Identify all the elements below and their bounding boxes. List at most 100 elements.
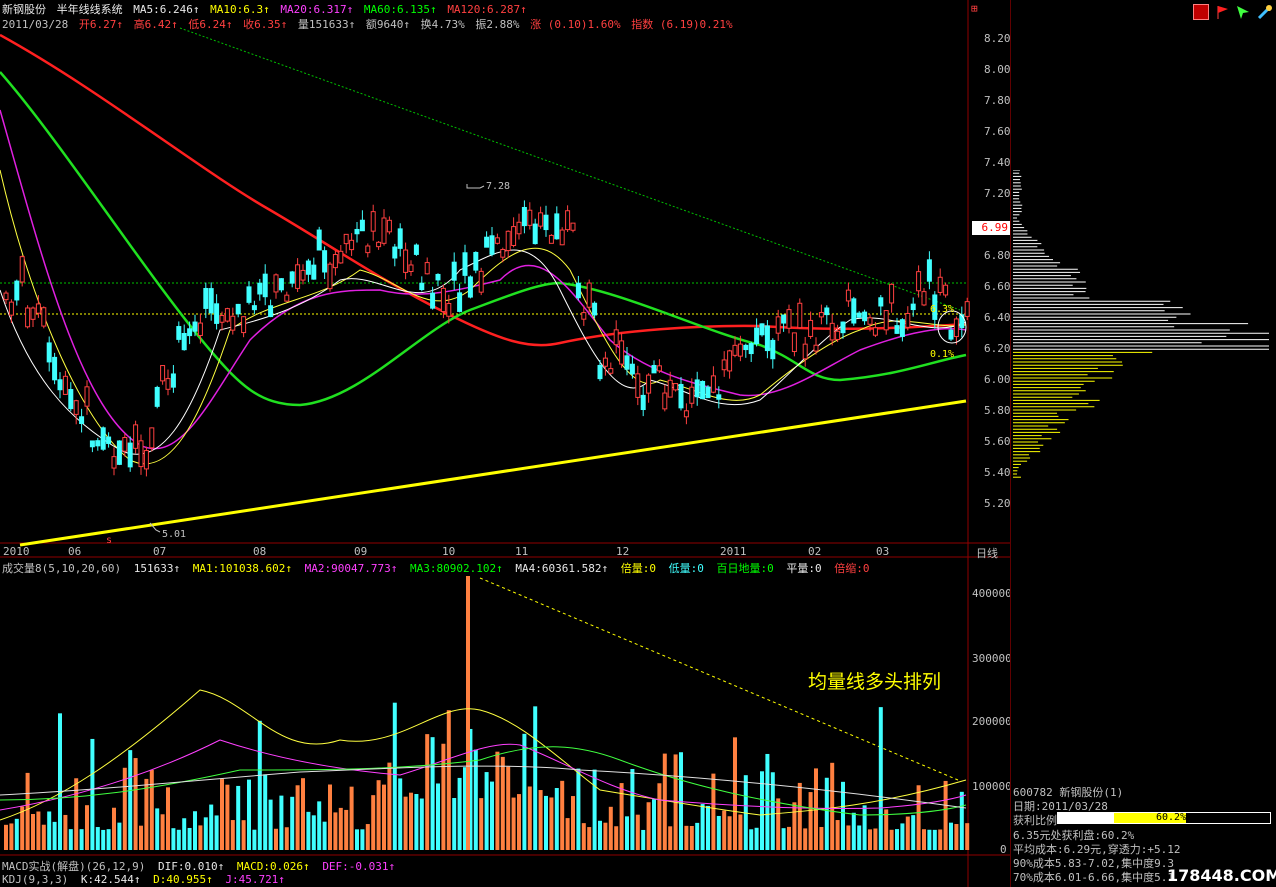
volume-bar: [846, 825, 851, 850]
volume-bar: [144, 778, 149, 850]
volume-bar: [155, 808, 160, 850]
volume-bar: [614, 826, 619, 850]
volume-bar: [857, 825, 862, 850]
volume-bar: [781, 828, 786, 850]
candle: [673, 383, 679, 391]
volume-bar: [544, 795, 548, 850]
candle: [899, 319, 905, 337]
volume-bar: [225, 784, 230, 850]
vol-ind-ma2: MA2:90047.773↑: [304, 562, 398, 575]
volume-bar: [90, 738, 95, 850]
candle: [716, 394, 722, 400]
candle: [116, 440, 122, 465]
volume-bar: [68, 829, 73, 850]
volume-bar: [419, 798, 424, 850]
volume-bar: [959, 791, 964, 850]
volume-bar: [311, 815, 316, 850]
price-chart[interactable]: s: [0, 0, 1010, 887]
candle: [154, 386, 160, 407]
chip-histogram: [1013, 170, 1269, 478]
date-tick: 11: [515, 545, 529, 558]
volume-bar: [511, 797, 516, 850]
volume-bar: [63, 814, 68, 850]
candle: [268, 305, 274, 318]
candle: [521, 206, 527, 227]
kdj-d: D:40.955↑: [153, 873, 213, 886]
candle: [403, 249, 409, 273]
volume-bar: [365, 824, 370, 850]
volume-bar: [695, 822, 700, 850]
candle: [570, 222, 576, 231]
volume-bar: [41, 824, 46, 850]
candle: [511, 226, 517, 246]
volume-bar: [716, 815, 721, 850]
volume-bar: [328, 784, 332, 850]
volume-bar: [101, 829, 106, 850]
volume-bar: [47, 811, 52, 850]
candle: [332, 254, 338, 269]
candle: [46, 342, 52, 363]
macd-name: MACD实战(解盘)(26,12,9): [2, 860, 146, 873]
price-tick: 8.20: [984, 32, 1011, 45]
candle: [467, 276, 473, 298]
chip-distribution-panel: ⊞ 600782 新钢股份(1) 日期:2011/03/28 获利比例: 60.…: [971, 0, 1276, 887]
candle: [122, 437, 128, 452]
volume-bar: [571, 796, 575, 850]
volume-bar: [268, 799, 273, 850]
volume-bar: [484, 772, 489, 850]
candle: [781, 314, 787, 324]
candle: [316, 229, 322, 251]
period-label[interactable]: 日线: [976, 545, 998, 561]
volume-bar: [322, 821, 327, 850]
volume-bar: [873, 828, 878, 850]
price-tick: 6.60: [984, 280, 1011, 293]
volume-bar: [25, 772, 30, 850]
volume-bar: [52, 821, 57, 850]
candle: [295, 264, 301, 289]
candle: [597, 364, 603, 380]
pin-icon[interactable]: ⊞: [971, 2, 987, 16]
candle: [872, 327, 878, 336]
candle: [165, 378, 171, 390]
volume-bar: [182, 818, 187, 850]
candle: [354, 228, 360, 235]
arrow-icon[interactable]: [1235, 4, 1251, 20]
candle: [770, 339, 776, 360]
volume-bar: [911, 815, 916, 850]
volume-bar: [446, 710, 451, 850]
info-line-4: 70%成本6.01-6.66,集中度5.1: [1013, 871, 1174, 884]
flag-icon[interactable]: [1215, 4, 1231, 20]
window-icon[interactable]: [1193, 4, 1209, 20]
volume-bar: [657, 783, 662, 850]
volume-bar: [466, 576, 470, 850]
volume-bar: [646, 802, 651, 850]
candle: [575, 282, 581, 299]
candle: [662, 392, 668, 410]
date-tick: 2010: [3, 545, 30, 558]
volume-bar: [376, 780, 381, 850]
candle: [883, 310, 889, 331]
volume-bar: [349, 786, 354, 850]
candle: [500, 248, 506, 258]
tools-icon[interactable]: [1257, 4, 1273, 20]
candle: [710, 375, 716, 393]
current-price-tag: 6.99: [972, 221, 1010, 235]
candle: [829, 322, 835, 341]
candle: [73, 400, 79, 415]
volume-bar: [479, 798, 484, 850]
volume-bar: [727, 816, 732, 850]
candle: [424, 262, 430, 275]
volume-bar: [706, 805, 710, 850]
candle: [41, 307, 47, 327]
candle: [79, 416, 85, 424]
volume-bar: [560, 780, 565, 850]
volume-bar: [700, 804, 705, 850]
volume-bar: [830, 762, 835, 850]
candle: [408, 264, 414, 272]
macd-line: MACD实战(解盘)(26,12,9) DIF:0.010↑ MACD:0.02…: [2, 858, 401, 874]
profit-bar: 60.2%: [1057, 812, 1271, 824]
watermark: 178448.COM: [1167, 866, 1276, 885]
volume-bar: [749, 829, 754, 850]
candle: [856, 312, 862, 318]
volume-bar: [776, 798, 781, 850]
